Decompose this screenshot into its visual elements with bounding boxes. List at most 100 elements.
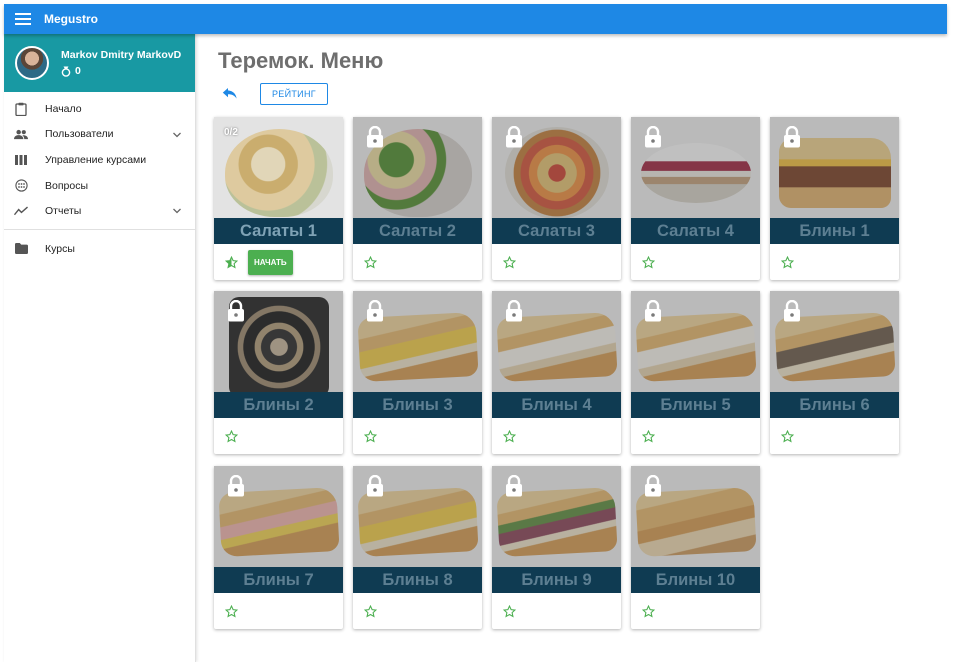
- columns-icon: [14, 153, 28, 167]
- card-footer: [353, 244, 482, 280]
- course-card-pancakes-7[interactable]: Блины 7: [214, 466, 343, 629]
- sidebar-item-label: Курсы: [45, 242, 75, 255]
- lock-icon: [506, 126, 522, 148]
- sidebar-item-label: Управление курсами: [45, 153, 147, 166]
- course-card-pancakes-5[interactable]: Блины 5: [631, 291, 760, 454]
- chevron-down-icon[interactable]: [172, 130, 182, 140]
- profile-info: Markov Dmitry MarkovD 0: [61, 49, 181, 77]
- course-card-salads-1[interactable]: 0/2 Салаты 1 НАЧАТЬ: [214, 117, 343, 280]
- course-card-pancakes-10[interactable]: Блины 10: [631, 466, 760, 629]
- sidebar-item-label: Вопросы: [45, 179, 89, 192]
- sidebar-item-label: Начало: [45, 102, 82, 115]
- course-card-salads-3[interactable]: Салаты 3: [492, 117, 621, 280]
- user-points: 0: [61, 65, 181, 77]
- course-card-pancakes-3[interactable]: Блины 3: [353, 291, 482, 454]
- sidebar-item-courses[interactable]: Курсы: [4, 236, 195, 262]
- star-outline-icon[interactable]: [781, 255, 794, 269]
- folder-icon: [14, 242, 28, 256]
- lock-icon: [367, 300, 383, 322]
- lock-icon: [784, 300, 800, 322]
- course-card-pancakes-2[interactable]: Блины 2: [214, 291, 343, 454]
- course-title: Блины 6: [770, 392, 899, 418]
- course-card-pancakes-9[interactable]: Блины 9: [492, 466, 621, 629]
- star-outline-icon[interactable]: [364, 255, 377, 269]
- star-outline-icon[interactable]: [642, 429, 655, 443]
- course-title: Блины 7: [214, 567, 343, 593]
- chevron-down-icon[interactable]: [172, 206, 182, 216]
- course-title: Салаты 4: [631, 218, 760, 244]
- user-profile[interactable]: Markov Dmitry MarkovD 0: [4, 34, 195, 92]
- course-title: Блины 2: [214, 392, 343, 418]
- sidebar-item-course-management[interactable]: Управление курсами: [4, 147, 195, 173]
- app-title: Megustro: [44, 12, 98, 26]
- card-footer: [353, 593, 482, 629]
- back-arrow-icon[interactable]: [222, 87, 238, 101]
- star-outline-icon[interactable]: [642, 604, 655, 618]
- course-card-pancakes-4[interactable]: Блины 4: [492, 291, 621, 454]
- sidebar-item-label: Отчеты: [45, 205, 82, 218]
- course-card-pancakes-1[interactable]: Блины 1: [770, 117, 899, 280]
- star-half-icon[interactable]: [225, 255, 238, 269]
- course-title: Блины 3: [353, 392, 482, 418]
- sidebar-item-questions[interactable]: Вопросы: [4, 173, 195, 199]
- course-card-pancakes-8[interactable]: Блины 8: [353, 466, 482, 629]
- course-card-pancakes-6[interactable]: Блины 6: [770, 291, 899, 454]
- card-footer: [770, 244, 899, 280]
- course-title: Блины 1: [770, 218, 899, 244]
- progress-counter: 0/2: [224, 127, 238, 138]
- lock-icon: [228, 300, 244, 322]
- points-value: 0: [75, 65, 81, 77]
- main-content: Теремок. Меню РЕЙТИНГ 0/2 Салаты 1 НАЧАТ…: [214, 34, 914, 629]
- card-footer: [631, 418, 760, 454]
- lock-icon: [645, 126, 661, 148]
- sidebar: Markov Dmitry MarkovD 0 Начало Пользоват…: [4, 34, 196, 662]
- lock-icon: [784, 126, 800, 148]
- course-title: Блины 8: [353, 567, 482, 593]
- star-outline-icon[interactable]: [781, 429, 794, 443]
- card-footer: [214, 418, 343, 454]
- course-title: Блины 4: [492, 392, 621, 418]
- sidebar-item-users[interactable]: Пользователи: [4, 122, 195, 148]
- sidebar-item-start[interactable]: Начало: [4, 96, 195, 122]
- start-button[interactable]: НАЧАТЬ: [248, 249, 293, 275]
- card-footer: [214, 593, 343, 629]
- star-outline-icon[interactable]: [225, 429, 238, 443]
- user-name: Markov Dmitry MarkovD: [61, 49, 182, 61]
- card-footer: [492, 593, 621, 629]
- course-title: Салаты 3: [492, 218, 621, 244]
- card-footer: [353, 418, 482, 454]
- card-footer: [492, 418, 621, 454]
- avatar[interactable]: [15, 46, 49, 80]
- lock-icon: [367, 475, 383, 497]
- chart-line-icon: [14, 204, 28, 218]
- sidebar-item-label: Пользователи: [45, 128, 114, 141]
- clipboard-icon: [14, 102, 28, 116]
- page-title: Теремок. Меню: [218, 48, 384, 73]
- star-outline-icon[interactable]: [503, 255, 516, 269]
- sidebar-divider: [4, 228, 195, 230]
- lock-icon: [506, 475, 522, 497]
- lock-icon: [645, 300, 661, 322]
- star-outline-icon[interactable]: [503, 604, 516, 618]
- course-title: Блины 9: [492, 567, 621, 593]
- sidebar-item-reports[interactable]: Отчеты: [4, 198, 195, 224]
- toolbar: РЕЙТИНГ: [214, 82, 914, 106]
- lock-icon: [367, 126, 383, 148]
- star-outline-icon[interactable]: [364, 604, 377, 618]
- card-footer: [631, 244, 760, 280]
- course-title: Блины 5: [631, 392, 760, 418]
- course-card-salads-2[interactable]: Салаты 2: [353, 117, 482, 280]
- star-outline-icon[interactable]: [642, 255, 655, 269]
- star-outline-icon[interactable]: [364, 429, 377, 443]
- rating-button[interactable]: РЕЙТИНГ: [260, 83, 328, 105]
- card-footer: [770, 418, 899, 454]
- course-title: Блины 10: [631, 567, 760, 593]
- card-footer: [492, 244, 621, 280]
- course-card-salads-4[interactable]: Салаты 4: [631, 117, 760, 280]
- question-icon: [14, 179, 28, 193]
- medal-icon: [61, 66, 71, 77]
- star-outline-icon[interactable]: [225, 604, 238, 618]
- star-outline-icon[interactable]: [503, 429, 516, 443]
- course-title: Салаты 2: [353, 218, 482, 244]
- hamburger-menu-icon[interactable]: [15, 13, 31, 25]
